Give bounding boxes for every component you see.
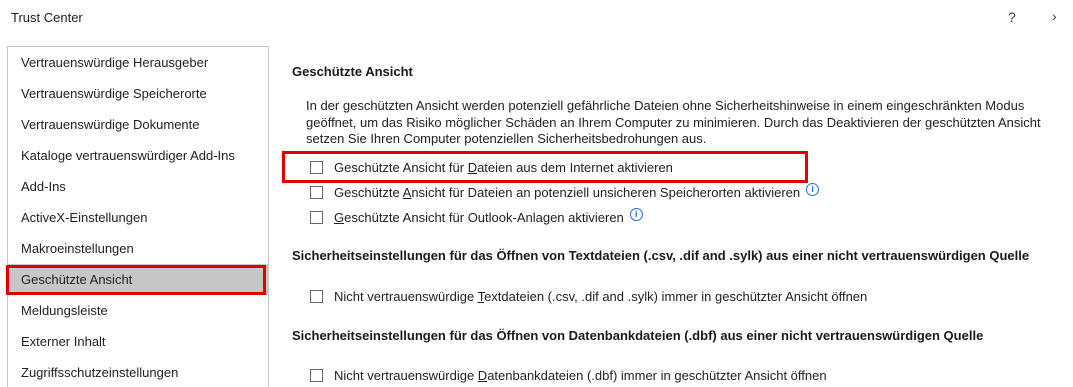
option-highlight-box	[282, 151, 808, 183]
window-title: Trust Center	[11, 10, 83, 25]
option-label: Geschützte Ansicht für Outlook-Anlagen a…	[334, 209, 624, 225]
sidebar-item-trusted-publishers[interactable]: Vertrauenswürdige Herausgeber	[8, 47, 268, 78]
database-files-heading: Sicherheitseinstellungen für das Öffnen …	[292, 328, 984, 343]
option-label: Nicht vertrauenswürdige Textdateien (.cs…	[334, 288, 868, 304]
protected-view-description: In der geschützten Ansicht werden potenz…	[306, 98, 1041, 146]
sidebar-item-macros[interactable]: Makroeinstellungen	[8, 233, 268, 264]
sidebar-item-addins[interactable]: Add-Ins	[8, 171, 268, 202]
sidebar-item-trusted-locations[interactable]: Vertrauenswürdige Speicherorte	[8, 78, 268, 109]
info-icon[interactable]: i	[629, 207, 643, 221]
sidebar-nav: Vertrauenswürdige Herausgeber Vertrauens…	[7, 46, 269, 387]
sidebar-item-external-content[interactable]: Externer Inhalt	[8, 326, 268, 357]
database-files-checkbox[interactable]	[310, 368, 323, 382]
option-label: Nicht vertrauenswürdige Datenbankdateien…	[334, 367, 827, 383]
option-unsafe-locations[interactable]: Geschützte Ansicht für Dateien an potenz…	[310, 182, 820, 201]
text-files-checkbox[interactable]	[310, 289, 323, 303]
sidebar-item-trusted-documents[interactable]: Vertrauenswürdige Dokumente	[8, 109, 268, 140]
sidebar-highlight-box	[6, 265, 266, 295]
sidebar-item-message-bar[interactable]: Meldungsleiste	[8, 295, 268, 326]
outlook-attachments-checkbox[interactable]	[310, 210, 323, 224]
sidebar-item-trusted-addin-catalogs[interactable]: Kataloge vertrauenswürdiger Add-Ins	[8, 140, 268, 171]
option-database-files[interactable]: Nicht vertrauenswürdige Datenbankdateien…	[310, 366, 827, 384]
text-files-heading: Sicherheitseinstellungen für das Öffnen …	[292, 248, 1030, 263]
option-label: Geschützte Ansicht für Dateien an potenz…	[334, 184, 801, 200]
sidebar-item-file-block[interactable]: Zugriffsschutzeinstellungen	[8, 357, 268, 387]
option-text-files[interactable]: Nicht vertrauenswürdige Textdateien (.cs…	[310, 287, 867, 305]
info-icon[interactable]: i	[806, 182, 820, 196]
main-panel: Geschützte Ansicht In der geschützten An…	[292, 0, 1072, 384]
protected-view-heading: Geschützte Ansicht	[292, 64, 413, 79]
unsafe-locations-checkbox[interactable]	[310, 185, 323, 199]
sidebar-item-activex[interactable]: ActiveX-Einstellungen	[8, 202, 268, 233]
option-outlook-attachments[interactable]: Geschützte Ansicht für Outlook-Anlagen a…	[310, 207, 643, 226]
